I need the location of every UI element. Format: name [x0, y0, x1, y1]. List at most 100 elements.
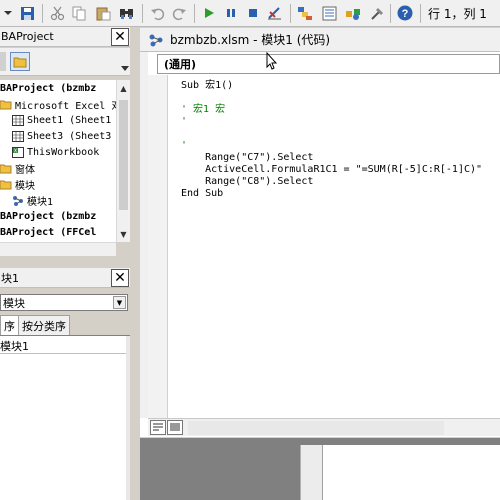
scroll-up-arrow-icon[interactable]: ▲ [117, 80, 130, 96]
code-left-strip [140, 52, 148, 418]
paste-icon[interactable] [94, 4, 112, 22]
properties-panel-close-button[interactable]: ✕ [111, 269, 129, 287]
tree-item-label: 模块 [15, 180, 35, 192]
project-panel-close-button[interactable]: ✕ [111, 28, 129, 46]
immediate-window[interactable] [322, 445, 500, 500]
view-object-button[interactable] [0, 52, 6, 71]
toolbox-icon[interactable] [368, 4, 386, 22]
object-browser-icon[interactable] [344, 4, 362, 22]
scroll-down-arrow-icon[interactable]: ▼ [117, 226, 130, 242]
tree-item-sheet1[interactable]: Sheet1 (Sheet1 [12, 112, 111, 128]
undo-icon[interactable] [148, 4, 166, 22]
tree-item-project[interactable]: BAProject (bzmbz [0, 208, 96, 224]
properties-object-select[interactable]: 模块 ▼ [0, 294, 128, 311]
tree-item-label: ThisWorkbook [27, 146, 100, 158]
scrollbar-thumb[interactable] [119, 100, 128, 210]
properties-tabs: 序 按分类序 [0, 315, 130, 335]
code-window-title: bzmbzb.xlsm - 模块1 (代码) [170, 33, 331, 47]
tab-alphabetic[interactable]: 序 [0, 315, 19, 335]
svg-text:?: ? [402, 8, 409, 20]
full-module-view-button[interactable] [167, 420, 183, 435]
tree-item-forms[interactable]: 窗体 [0, 160, 35, 176]
tab-label: 按分类序 [22, 319, 66, 333]
project-panel-toolbar [0, 48, 130, 76]
tree-item-project[interactable]: BAProject (FFCel [0, 224, 96, 240]
procedure-view-icon [153, 423, 163, 431]
tree-item-label: BAProject (bzmbz [0, 210, 97, 222]
project-tree-hscrollbar[interactable] [0, 242, 116, 256]
code-line: ActiveCell.FormulaR1C1 = "=SUM(R[-5]C:R[… [181, 164, 483, 175]
tree-item-modules[interactable]: 模块 [0, 176, 35, 192]
pause-icon[interactable] [222, 4, 240, 22]
property-row-name[interactable]: 模块1 [0, 338, 126, 354]
code-line: Range("C7").Select [181, 152, 314, 163]
toolbar-separator [194, 4, 195, 23]
code-line: ' [181, 116, 188, 127]
workbook-icon: X [12, 146, 24, 158]
svg-text:X: X [14, 148, 18, 154]
toolbar-separator [420, 4, 421, 23]
tree-item-label: 模块1 [27, 196, 54, 208]
folder-icon [0, 164, 12, 173]
stop-icon[interactable] [244, 4, 262, 22]
mouse-cursor-icon [266, 52, 278, 70]
help-icon[interactable]: ? [396, 4, 414, 22]
panel-splitter[interactable] [130, 27, 140, 500]
redo-icon[interactable] [170, 4, 188, 22]
code-horizontal-scrollbar[interactable] [148, 418, 500, 436]
tree-item-label: Sheet3 (Sheet3 [27, 130, 112, 142]
worksheet-icon [12, 114, 24, 126]
module-icon [13, 195, 23, 206]
tab-categorized[interactable]: 按分类序 [18, 315, 70, 335]
worksheet-icon [12, 130, 24, 142]
folder-icon [13, 57, 27, 67]
code-line: End Sub [181, 188, 224, 199]
code-line: Range("C8").Select [181, 176, 314, 187]
project-panel-title: BAProject [1, 30, 54, 43]
toggle-folders-button[interactable] [10, 52, 30, 71]
find-icon[interactable] [118, 4, 136, 22]
project-tree-scrollbar[interactable]: ▲ ▼ [116, 80, 130, 242]
code-line: ' [181, 140, 188, 151]
copy-icon[interactable] [70, 4, 88, 22]
tree-item-label: BAProject (bzmbz [0, 82, 97, 94]
module-icon [149, 34, 163, 46]
scroll-down-arrow-icon[interactable] [120, 62, 130, 74]
tree-item-module1[interactable]: 模块1 [12, 192, 53, 208]
code-line: Sub 宏1() [181, 80, 234, 91]
tree-item-excel-objects[interactable]: Microsoft Excel 对 [0, 96, 121, 112]
object-select[interactable]: (通用) [157, 54, 500, 74]
tab-label: 序 [4, 319, 15, 333]
chevron-down-icon[interactable]: ▼ [113, 296, 126, 309]
object-select-value: (通用) [164, 58, 197, 71]
tree-item-sheet3[interactable]: Sheet3 (Sheet3 [12, 128, 111, 144]
tree-item-project[interactable]: BAProject (bzmbz [0, 80, 96, 96]
project-explorer-icon[interactable] [296, 4, 314, 22]
full-module-view-icon [170, 423, 180, 431]
folder-open-icon [0, 100, 12, 109]
properties-window-icon[interactable] [320, 4, 338, 22]
dropdown-arrow-icon[interactable] [2, 4, 14, 22]
properties-object-value: 模块 [3, 296, 25, 310]
code-line: ' 宏1 宏 [181, 104, 226, 115]
design-mode-icon[interactable] [266, 4, 284, 22]
cut-icon[interactable] [48, 4, 66, 22]
folder-open-icon [0, 180, 12, 189]
scroll-track[interactable] [188, 421, 444, 435]
properties-grid: 模块1 [0, 335, 130, 500]
standard-toolbar: ? 行 1，列 1 [0, 0, 500, 27]
immediate-window-edge [300, 445, 322, 500]
run-icon[interactable] [200, 4, 218, 22]
tree-item-label: BAProject (FFCel [0, 226, 97, 238]
toolbar-separator [42, 4, 43, 23]
tree-item-label: 窗体 [15, 164, 35, 176]
properties-panel-title: 块1 [1, 271, 19, 285]
property-value: 模块1 [0, 339, 29, 353]
code-window-titlebar: bzmbzb.xlsm - 模块1 (代码) [140, 28, 500, 52]
procedure-view-button[interactable] [150, 420, 166, 435]
toolbar-separator [142, 4, 143, 23]
toolbar-separator [390, 4, 391, 23]
tree-item-thisworkbook[interactable]: X ThisWorkbook [12, 144, 99, 160]
save-icon[interactable] [18, 4, 36, 22]
toolbar-separator [290, 4, 291, 23]
